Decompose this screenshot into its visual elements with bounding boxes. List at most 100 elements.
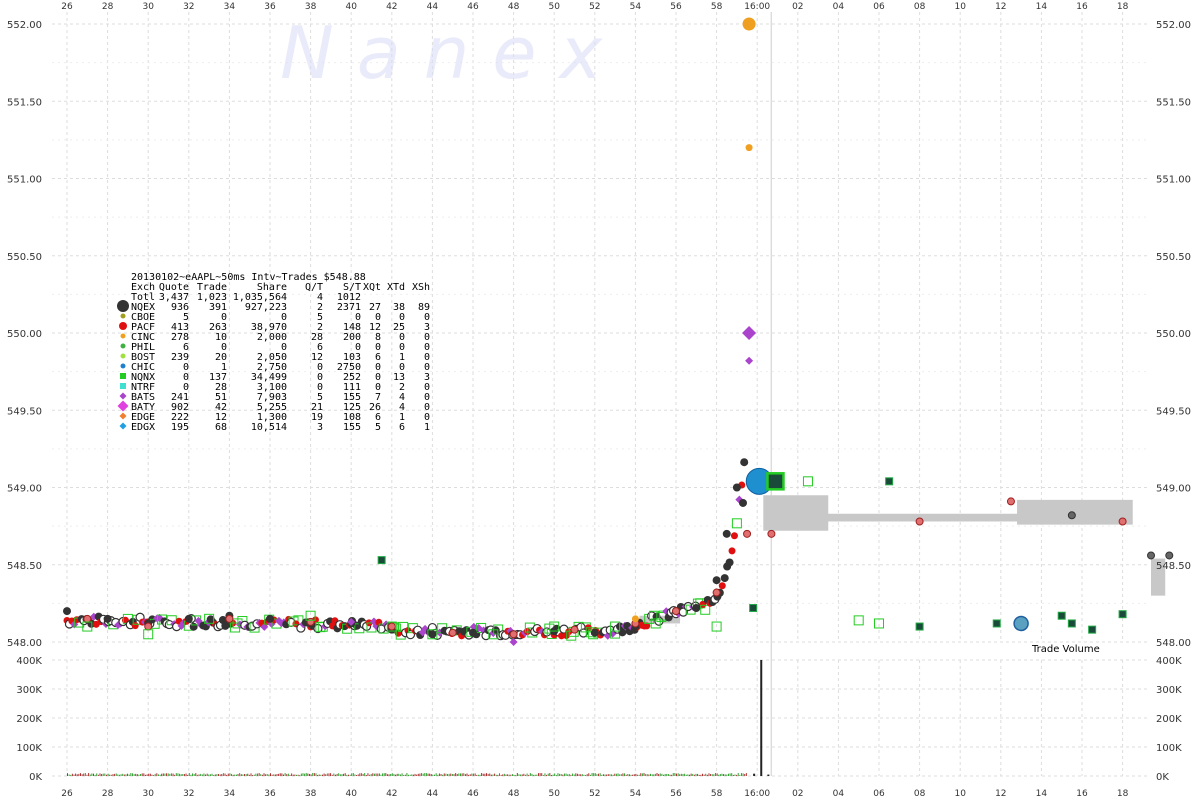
legend-row-cell: 1 (424, 422, 430, 433)
bats-point (509, 638, 518, 646)
y-tick-label-right: 551.00 (1156, 175, 1191, 186)
volume-tick-bar (477, 774, 479, 776)
volume-tick-bar (291, 773, 293, 776)
volume-tick-bar (578, 774, 580, 776)
volume-tick-bar (667, 774, 669, 776)
volume-tick-bar (271, 774, 273, 776)
volume-tick-bar (414, 773, 416, 776)
volume-tick-bar (511, 774, 513, 776)
volume-tick-bar (175, 773, 177, 776)
volume-tick-bar (128, 774, 130, 776)
volume-tick-bar (498, 773, 500, 776)
volume-tick-bar (721, 773, 723, 776)
volume-tick-bar (490, 774, 492, 776)
volume-tick-bar (500, 774, 502, 776)
volume-tick-bar (508, 774, 510, 776)
volume-tick-bar (270, 773, 271, 776)
nqex-late-point (1067, 511, 1076, 520)
volume-tick-bar (510, 774, 512, 776)
volume-tick-bar (448, 773, 450, 776)
legend-icon (120, 353, 126, 359)
volume-tick-bar (503, 773, 505, 776)
volume-tick-bar (456, 774, 458, 776)
volume-tick-bar (164, 773, 166, 776)
volume-tick-bar (524, 774, 526, 776)
volume-tick-bar (529, 773, 531, 776)
volume-tick-bar (75, 773, 77, 776)
volume-tick-bar (292, 774, 294, 776)
volume-tick-bar (625, 774, 627, 776)
volume-tick-bar (469, 774, 471, 776)
pacf-point (448, 628, 457, 637)
x-tick-label-bottom: 42 (386, 789, 397, 799)
volume-tick-bar (641, 773, 643, 776)
volume-tick-bar (144, 774, 146, 776)
dark-point (992, 619, 1001, 628)
volume-tick-bar (507, 774, 509, 776)
volume-tick-bar (237, 773, 239, 776)
volume-tick-bar (682, 773, 684, 776)
volume-tick-bar (474, 773, 476, 776)
volume-tick-right: 0K (1156, 772, 1169, 783)
volume-tick-bar (166, 773, 168, 776)
volume-tick-bar (375, 773, 377, 776)
volume-tick-bar (729, 773, 731, 776)
dark-point (1057, 611, 1066, 620)
volume-tick-bar (130, 773, 132, 776)
volume-tick-bar (209, 774, 211, 776)
volume-tick-bar (172, 773, 174, 776)
volume-tick-bar (690, 773, 692, 776)
volume-tick-bar (533, 774, 535, 776)
x-tick-label-top: 16:00 (744, 2, 770, 12)
volume-tick-bar (458, 773, 460, 776)
x-tick-label-top: 04 (833, 2, 845, 12)
volume-tick-left: 100K (16, 743, 42, 754)
legend-icon (120, 333, 126, 339)
volume-tick-bar (91, 773, 93, 776)
volume-tick-bar (104, 773, 106, 776)
volume-tick-bar (654, 773, 656, 776)
volume-tick-bar (268, 774, 270, 776)
volume-tick-bar (281, 773, 283, 776)
volume-tick-bar (421, 773, 423, 776)
volume-tick-bar (632, 774, 634, 776)
volume-tick-bar (646, 774, 648, 776)
volume-tick-bar (412, 774, 414, 776)
volume-tick-bar (187, 774, 189, 776)
volume-tick-bar (537, 773, 539, 776)
x-tick-label-bottom: 02 (792, 789, 803, 799)
volume-tick-bar (559, 773, 561, 776)
volume-tick-bar (658, 773, 660, 776)
volume-tick-bar (68, 774, 70, 776)
volume-tick-bar (185, 773, 187, 776)
volume-tick-bar (408, 774, 410, 776)
volume-tick-bar (619, 774, 621, 776)
x-tick-label-bottom: 48 (508, 789, 520, 799)
volume-tick-bar (360, 773, 362, 776)
volume-tick-bar (149, 773, 151, 776)
volume-tick-bar (468, 774, 470, 776)
x-tick-label-bottom: 06 (873, 789, 885, 799)
volume-tick-right: 300K (1156, 685, 1182, 696)
volume-tick-left: 200K (16, 714, 42, 725)
volume-tick-bar (573, 774, 575, 776)
volume-tick-bar (638, 774, 640, 776)
volume-tick-bar (188, 773, 190, 776)
volume-tick-bar (214, 774, 216, 776)
edgx-late-point (1013, 615, 1029, 632)
volume-tick-bar (294, 774, 296, 776)
volume-tick-bar (252, 774, 254, 776)
volume-tick-bar (516, 773, 518, 776)
pacf-point (225, 614, 234, 623)
volume-tick-bar (417, 773, 419, 776)
nqnx-point (802, 476, 813, 487)
nqex-point (738, 498, 747, 507)
volume-tick-bar (248, 774, 250, 776)
nqnx-close-point (766, 472, 785, 491)
volume-tick-bar (258, 773, 260, 776)
volume-tick-bar (148, 773, 150, 776)
volume-tick-bar (323, 773, 325, 776)
volume-tick-bar (245, 773, 247, 776)
volume-tick-bar (523, 773, 525, 776)
volume-tick-bar (487, 773, 489, 776)
